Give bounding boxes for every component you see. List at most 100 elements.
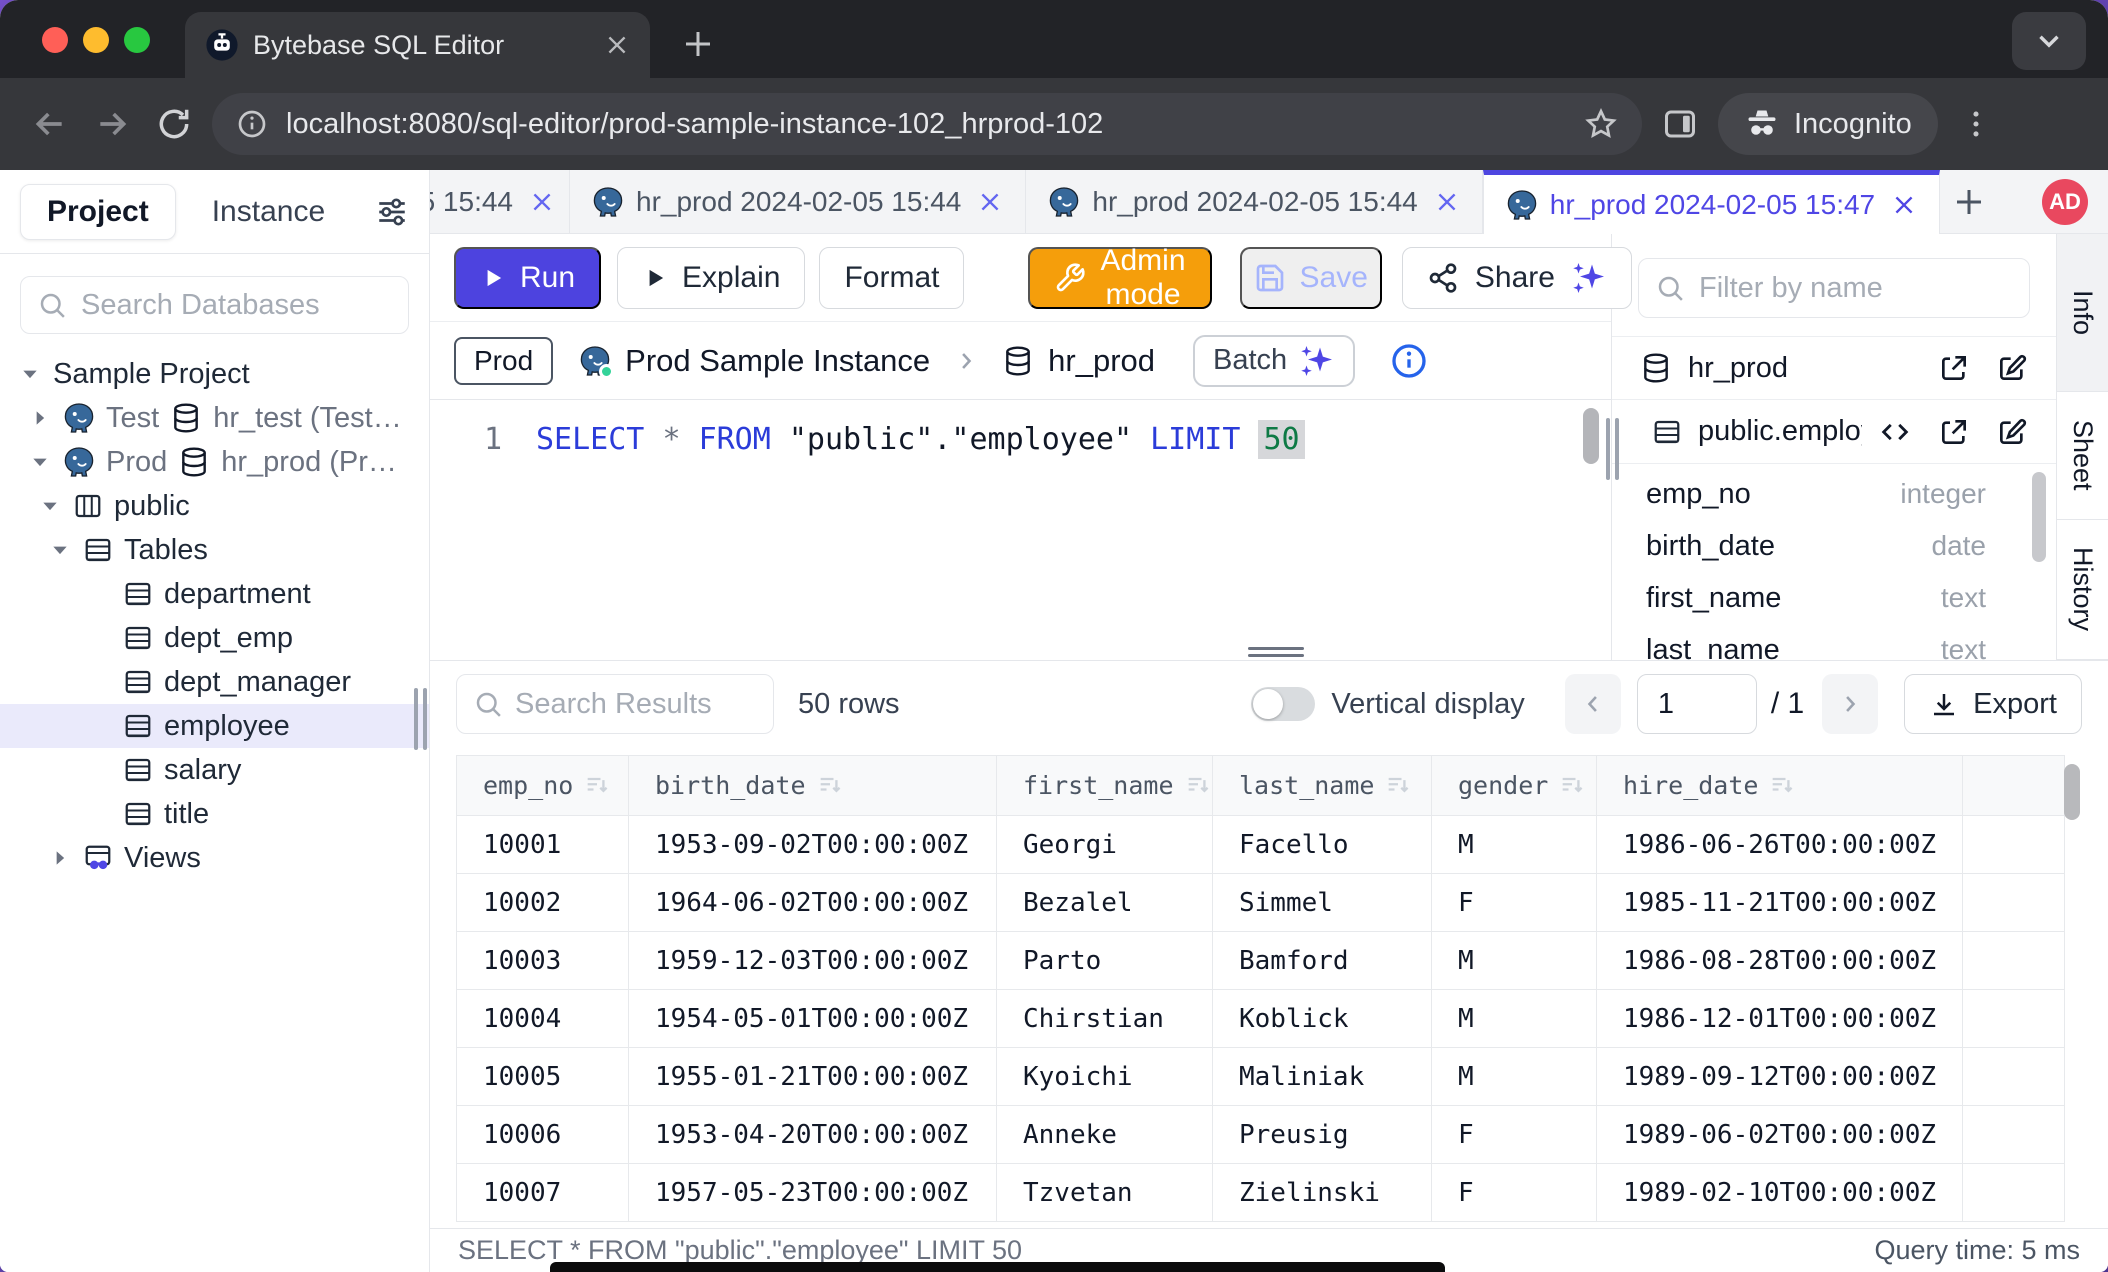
info-icon[interactable] bbox=[1389, 341, 1429, 381]
table-cell[interactable]: Simmel bbox=[1213, 874, 1432, 932]
side-tab-info[interactable]: Info bbox=[2057, 234, 2108, 392]
tree-item-views[interactable]: Views bbox=[0, 836, 429, 880]
table-cell[interactable]: Facello bbox=[1213, 816, 1432, 874]
table-row[interactable]: 100071957-05-23T00:00:00ZTzvetanZielinsk… bbox=[457, 1164, 2065, 1222]
browser-menu-icon[interactable] bbox=[1952, 100, 2000, 148]
table-cell[interactable]: M bbox=[1432, 1048, 1597, 1106]
site-info-icon[interactable] bbox=[236, 108, 268, 140]
results-scrollbar[interactable] bbox=[2064, 764, 2080, 820]
table-cell[interactable]: 10001 bbox=[457, 816, 629, 874]
back-icon[interactable] bbox=[26, 100, 74, 148]
table-cell[interactable]: M bbox=[1432, 990, 1597, 1048]
sql-code-line[interactable]: SELECT * FROM "public"."employee" LIMIT … bbox=[536, 422, 1305, 457]
table-cell[interactable]: Bezalel bbox=[997, 874, 1213, 932]
edit-icon[interactable] bbox=[1996, 352, 2028, 384]
table-cell[interactable]: Tzvetan bbox=[997, 1164, 1213, 1222]
export-button[interactable]: Export bbox=[1904, 674, 2082, 734]
table-cell[interactable]: M bbox=[1432, 816, 1597, 874]
forward-icon[interactable] bbox=[88, 100, 136, 148]
browser-tab[interactable]: Bytebase SQL Editor bbox=[185, 12, 650, 78]
table-row[interactable]: 100051955-01-21T00:00:00ZKyoichiMaliniak… bbox=[457, 1048, 2065, 1106]
table-cell[interactable]: 1989-02-10T00:00:00Z bbox=[1597, 1164, 1963, 1222]
format-button[interactable]: Format bbox=[819, 247, 964, 309]
table-cell[interactable]: Maliniak bbox=[1213, 1048, 1432, 1106]
sort-icon[interactable] bbox=[583, 772, 611, 800]
column-list-scrollbar[interactable] bbox=[2032, 472, 2046, 562]
table-cell[interactable]: 1957-05-23T00:00:00Z bbox=[629, 1164, 997, 1222]
maximize-window-button[interactable] bbox=[124, 27, 150, 53]
table-cell[interactable]: 1955-01-21T00:00:00Z bbox=[629, 1048, 997, 1106]
filter-input[interactable] bbox=[1699, 272, 2013, 305]
sort-icon[interactable] bbox=[1184, 772, 1212, 800]
edit-icon[interactable] bbox=[1996, 416, 2028, 448]
tab-project[interactable]: Project bbox=[20, 184, 176, 240]
column-header-birth_date[interactable]: birth_date bbox=[629, 756, 997, 816]
table-cell[interactable]: 10006 bbox=[457, 1106, 629, 1164]
share-button[interactable]: Share bbox=[1402, 247, 1632, 309]
table-cell[interactable]: 1954-05-01T00:00:00Z bbox=[629, 990, 997, 1048]
code-icon[interactable] bbox=[1878, 415, 1912, 449]
table-cell[interactable]: 1986-12-01T00:00:00Z bbox=[1597, 990, 1963, 1048]
side-tab-history[interactable]: History bbox=[2057, 520, 2108, 660]
url-text[interactable]: localhost:8080/sql-editor/prod-sample-in… bbox=[286, 108, 1566, 141]
table-cell[interactable]: Bamford bbox=[1213, 932, 1432, 990]
results-search[interactable] bbox=[456, 674, 774, 734]
explain-button[interactable]: Explain bbox=[617, 247, 805, 309]
table-row[interactable]: 100021964-06-02T00:00:00ZBezalelSimmelF1… bbox=[457, 874, 2065, 932]
sidebar-resize-handle[interactable] bbox=[414, 688, 427, 750]
table-cell[interactable]: Koblick bbox=[1213, 990, 1432, 1048]
worksheet-tab-4[interactable]: hr_prod 2024-02-05 15:47 bbox=[1483, 170, 1940, 234]
table-cell[interactable]: Preusig bbox=[1213, 1106, 1432, 1164]
table-row[interactable]: 100061953-04-20T00:00:00ZAnnekePreusigF1… bbox=[457, 1106, 2065, 1164]
vertical-display-toggle[interactable] bbox=[1251, 687, 1315, 721]
new-worksheet-button[interactable] bbox=[1940, 170, 1998, 233]
chevron-down-icon[interactable] bbox=[18, 364, 42, 384]
editor-scrollbar[interactable] bbox=[1583, 408, 1599, 464]
table-cell[interactable]: Parto bbox=[997, 932, 1213, 990]
chevron-right-icon[interactable] bbox=[28, 408, 52, 428]
filter-box[interactable] bbox=[1638, 258, 2030, 318]
schema-column-first_name[interactable]: first_nametext bbox=[1612, 572, 2056, 624]
tree-item-prod[interactable]: Prodhr_prod (Pr… bbox=[0, 440, 429, 484]
batch-button[interactable]: Batch bbox=[1193, 335, 1355, 387]
external-link-icon[interactable] bbox=[1938, 352, 1970, 384]
admin-mode-button[interactable]: Admin mode bbox=[1028, 247, 1211, 309]
chevron-down-icon[interactable] bbox=[38, 496, 62, 516]
column-header-first_name[interactable]: first_name bbox=[997, 756, 1213, 816]
side-tab-sheet[interactable]: Sheet bbox=[2057, 392, 2108, 520]
prev-page-button[interactable] bbox=[1565, 674, 1621, 734]
schema-column-emp_no[interactable]: emp_nointeger bbox=[1612, 468, 2056, 520]
new-tab-button[interactable] bbox=[672, 18, 724, 70]
table-cell[interactable]: 1989-09-12T00:00:00Z bbox=[1597, 1048, 1963, 1106]
table-cell[interactable]: M bbox=[1432, 932, 1597, 990]
table-cell[interactable]: F bbox=[1432, 874, 1597, 932]
schema-column-last_name[interactable]: last_nametext bbox=[1612, 624, 2056, 660]
sql-editor[interactable]: 1 SELECT * FROM "public"."employee" LIMI… bbox=[430, 400, 1611, 660]
column-header-last_name[interactable]: last_name bbox=[1213, 756, 1432, 816]
close-tab-icon[interactable] bbox=[1434, 189, 1460, 215]
save-button[interactable]: Save bbox=[1240, 247, 1382, 309]
results-table[interactable]: emp_nobirth_datefirst_namelast_namegende… bbox=[456, 755, 2065, 1222]
table-row[interactable]: public.employee bbox=[1612, 400, 2056, 464]
tab-instance[interactable]: Instance bbox=[186, 185, 351, 239]
external-link-icon[interactable] bbox=[1938, 416, 1970, 448]
page-input[interactable] bbox=[1637, 674, 1757, 734]
table-cell[interactable]: 10003 bbox=[457, 932, 629, 990]
table-cell[interactable]: 1953-09-02T00:00:00Z bbox=[629, 816, 997, 874]
table-cell[interactable]: Georgi bbox=[997, 816, 1213, 874]
results-search-input[interactable] bbox=[515, 688, 757, 721]
tree-item-dept-manager[interactable]: dept_manager bbox=[0, 660, 429, 704]
sort-icon[interactable] bbox=[1384, 772, 1412, 800]
chevron-down-icon[interactable] bbox=[48, 540, 72, 560]
worksheet-tab-2[interactable]: hr_prod 2024-02-05 15:44 bbox=[570, 170, 1026, 233]
worksheet-tab-1[interactable]: 5 15:44 bbox=[430, 170, 570, 233]
sort-icon[interactable] bbox=[1768, 772, 1796, 800]
avatar[interactable]: AD bbox=[2042, 179, 2088, 225]
table-cell[interactable]: Anneke bbox=[997, 1106, 1213, 1164]
worksheet-tab-3[interactable]: hr_prod 2024-02-05 15:44 bbox=[1026, 170, 1482, 233]
tree-item-salary[interactable]: salary bbox=[0, 748, 429, 792]
column-header-gender[interactable]: gender bbox=[1432, 756, 1597, 816]
table-cell[interactable]: 1985-11-21T00:00:00Z bbox=[1597, 874, 1963, 932]
address-bar[interactable]: localhost:8080/sql-editor/prod-sample-in… bbox=[212, 93, 1642, 155]
tree-item-title[interactable]: title bbox=[0, 792, 429, 836]
